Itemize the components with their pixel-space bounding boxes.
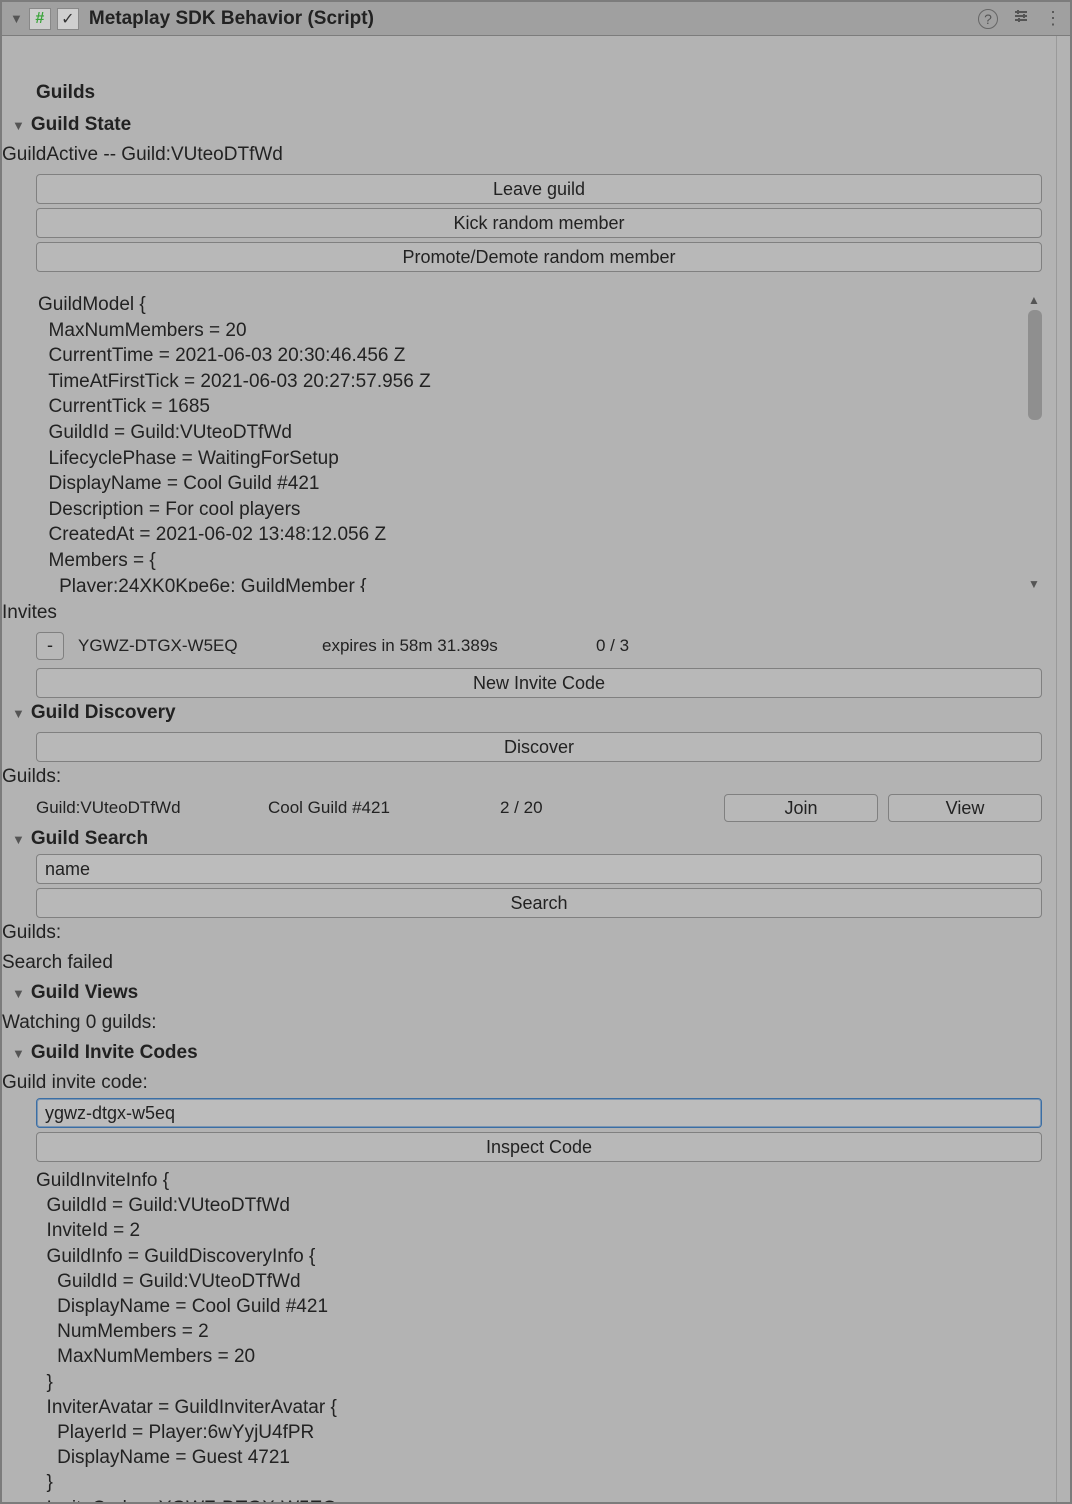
- guild-model-textarea[interactable]: GuildModel { MaxNumMembers = 20 CurrentT…: [38, 292, 1042, 592]
- discovery-guild-id: Guild:VUteoDTfWd: [36, 798, 256, 818]
- chevron-down-icon: ▼: [12, 706, 25, 721]
- join-button[interactable]: Join: [724, 794, 878, 822]
- discovery-guild-name: Cool Guild #421: [268, 798, 488, 818]
- leave-guild-button[interactable]: Leave guild: [36, 174, 1042, 204]
- invite-code: YGWZ-DTGX-W5EQ: [78, 636, 308, 656]
- foldout-icon[interactable]: ▼: [10, 11, 23, 26]
- script-icon: #: [29, 8, 51, 30]
- invite-code-label: Guild invite code:: [2, 1068, 1054, 1098]
- enabled-checkbox[interactable]: ✓: [57, 8, 79, 30]
- guilds-heading: Guilds: [2, 74, 1054, 110]
- chevron-down-icon: ▼: [12, 1046, 25, 1061]
- view-button[interactable]: View: [888, 794, 1042, 822]
- component-header: ▼ # ✓ Metaplay SDK Behavior (Script) ? ⋮: [2, 2, 1070, 36]
- panel-scrollbar[interactable]: [1056, 36, 1070, 1502]
- component-title: Metaplay SDK Behavior (Script): [89, 8, 374, 30]
- scroll-thumb[interactable]: [1028, 310, 1042, 420]
- discover-button[interactable]: Discover: [36, 732, 1042, 762]
- chevron-down-icon: ▼: [12, 986, 25, 1001]
- foldout-guild-state[interactable]: ▼ Guild State: [2, 110, 1054, 140]
- foldout-label: Guild Search: [31, 828, 148, 850]
- watching-guilds: Watching 0 guilds:: [2, 1008, 1054, 1038]
- chevron-down-icon: ▼: [12, 832, 25, 847]
- search-button[interactable]: Search: [36, 888, 1042, 918]
- help-icon[interactable]: ?: [978, 9, 998, 29]
- promote-demote-button[interactable]: Promote/Demote random member: [36, 242, 1042, 272]
- foldout-label: Guild State: [31, 114, 131, 136]
- search-input[interactable]: name: [36, 854, 1042, 884]
- guild-invite-info-text: GuildInviteInfo { GuildId = Guild:VUteoD…: [36, 1168, 1042, 1502]
- model-scrollbar[interactable]: ▲ ▼: [1026, 292, 1042, 592]
- foldout-guild-views[interactable]: ▼ Guild Views: [2, 978, 1054, 1008]
- scroll-up-icon[interactable]: ▲: [1026, 292, 1042, 308]
- panel-body: Guilds ▼ Guild State GuildActive -- Guil…: [2, 36, 1054, 1502]
- invite-row: - YGWZ-DTGX-W5EQ expires in 58m 31.389s …: [2, 628, 1054, 664]
- remove-invite-button[interactable]: -: [36, 632, 64, 660]
- foldout-label: Guild Discovery: [31, 702, 176, 724]
- inspect-code-button[interactable]: Inspect Code: [36, 1132, 1042, 1162]
- guild-active-line: GuildActive -- Guild:VUteoDTfWd: [2, 140, 1054, 170]
- search-guilds-label: Guilds:: [2, 918, 1054, 948]
- search-result: Search failed: [2, 948, 1054, 978]
- preset-icon[interactable]: [1012, 7, 1030, 30]
- discovery-row: Guild:VUteoDTfWd Cool Guild #421 2 / 20 …: [2, 792, 1054, 824]
- discovery-guild-count: 2 / 20: [500, 798, 640, 818]
- foldout-label: Guild Views: [31, 982, 138, 1004]
- new-invite-button[interactable]: New Invite Code: [36, 668, 1042, 698]
- invites-label: Invites: [2, 598, 1054, 628]
- guild-invite-info: GuildInviteInfo { GuildId = Guild:VUteoD…: [2, 1162, 1054, 1502]
- scroll-down-icon[interactable]: ▼: [1026, 576, 1042, 592]
- invite-code-input[interactable]: ygwz-dtgx-w5eq: [36, 1098, 1042, 1128]
- chevron-down-icon: ▼: [12, 118, 25, 133]
- foldout-guild-discovery[interactable]: ▼ Guild Discovery: [2, 698, 1054, 728]
- foldout-guild-invite-codes[interactable]: ▼ Guild Invite Codes: [2, 1038, 1054, 1068]
- foldout-guild-search[interactable]: ▼ Guild Search: [2, 824, 1054, 854]
- kebab-menu-icon[interactable]: ⋮: [1044, 8, 1062, 29]
- guild-model-text: GuildModel { MaxNumMembers = 20 CurrentT…: [38, 292, 1042, 592]
- foldout-label: Guild Invite Codes: [31, 1042, 198, 1064]
- invite-expires: expires in 58m 31.389s: [322, 636, 582, 656]
- invite-count: 0 / 3: [596, 636, 629, 656]
- kick-random-button[interactable]: Kick random member: [36, 208, 1042, 238]
- discovery-guilds-label: Guilds:: [2, 762, 1054, 792]
